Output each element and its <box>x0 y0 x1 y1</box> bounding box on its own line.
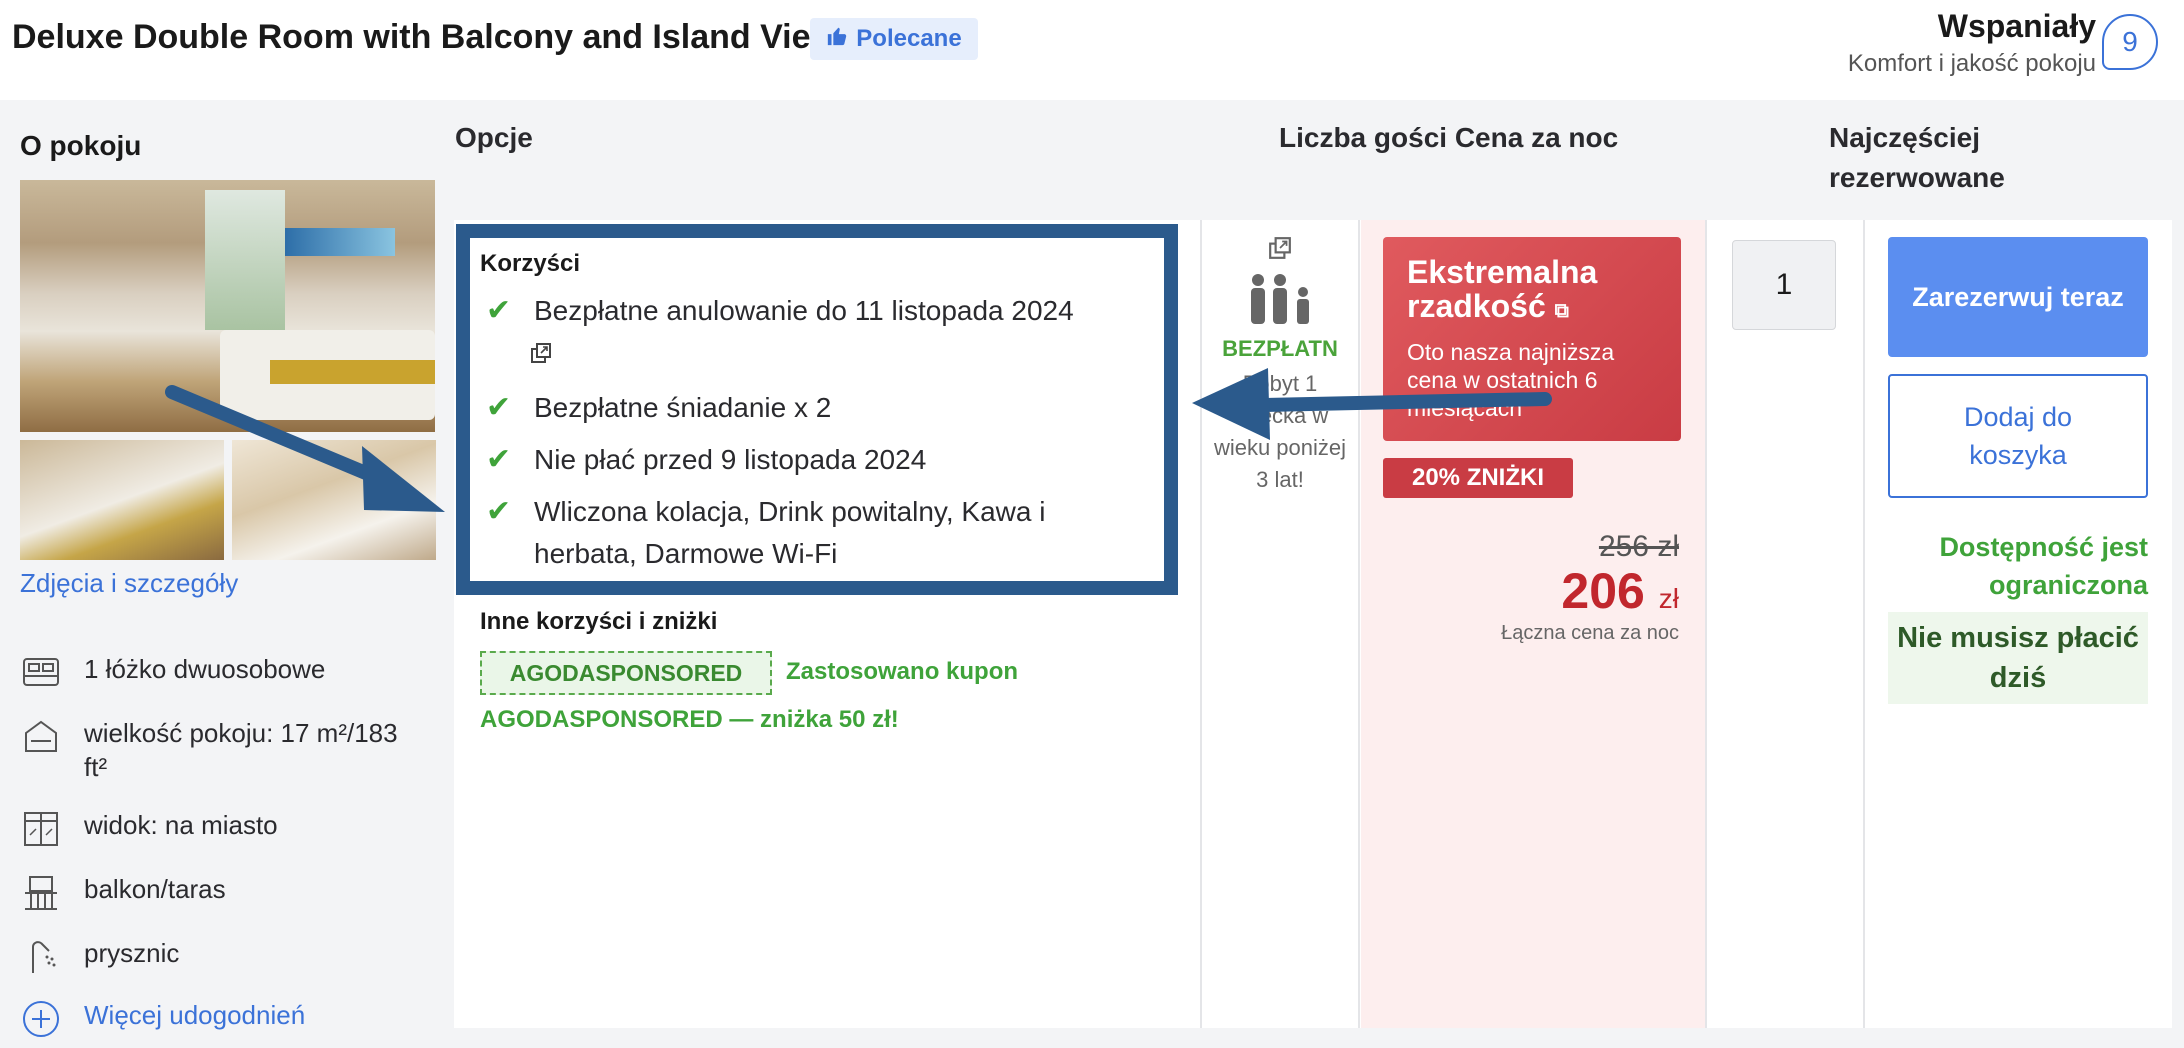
other-benefits-title: Inne korzyści i zniżki <box>480 608 718 635</box>
rating-word: Wspaniały <box>1937 8 2096 44</box>
benefit-item: ✔ Bezpłatne anulowanie do 11 listopada 2… <box>486 290 1074 332</box>
currency: zł <box>1658 583 1679 614</box>
rating-score: 9 <box>2102 14 2158 70</box>
amenity-label: wielkość pokoju: 17 m²/183 ft² <box>84 718 398 782</box>
room-title: Deluxe Double Room with Balcony and Isla… <box>12 18 837 56</box>
benefit-label: Bezpłatne śniadanie x 2 <box>534 392 832 423</box>
benefit-item: ✔ Bezpłatne śniadanie x 2 <box>486 387 831 429</box>
room-photo-main[interactable] <box>20 180 435 432</box>
free-child-note: Pobyt 1 dziecka w wieku poniżej 3 lat! <box>1213 371 1347 492</box>
external-link-icon[interactable]: ⧉ <box>1555 300 1569 322</box>
amenity-label: widok: na miasto <box>84 810 278 840</box>
external-link-icon[interactable] <box>530 342 552 370</box>
benefit-label: Nie płać przed 9 listopada 2024 <box>534 444 927 475</box>
rating-subtitle: Komfort i jakość pokoju <box>1847 50 2096 77</box>
check-icon: ✔ <box>486 495 512 528</box>
divider <box>1863 220 1865 1028</box>
book-now-button[interactable]: Zarezerwuj teraz <box>1888 237 2148 357</box>
amenity-label: prysznic <box>84 938 180 968</box>
window-view-icon <box>20 808 62 850</box>
amenity-balcony: balkon/taras <box>20 872 226 914</box>
column-most-booked-1: Najczęściej <box>1829 122 1980 153</box>
more-amenities-label[interactable]: Więcej udogodnień <box>84 998 305 1032</box>
room-quantity-select[interactable]: 1 <box>1732 240 1836 330</box>
benefit-label: Bezpłatne anulowanie do 11 listopada 202… <box>534 295 1074 326</box>
amenity-room-size: wielkość pokoju: 17 m²/183 ft² <box>20 716 420 784</box>
recommended-label: Polecane <box>856 25 962 52</box>
photos-details-link[interactable]: Zdjęcia i szczegóły <box>20 568 238 599</box>
room-header: Deluxe Double Room with Balcony and Isla… <box>0 0 2184 100</box>
room-size-icon <box>20 716 62 758</box>
divider <box>1358 220 1360 1028</box>
new-price: 206 zł <box>1561 563 1679 619</box>
balcony-icon <box>20 872 62 914</box>
divider <box>1705 220 1707 1028</box>
discount-tag: 20% ZNIŻKI <box>1383 458 1573 498</box>
column-guests-price: Liczba gości Cena za noc <box>1279 122 1619 153</box>
coupon-discount-label: AGODASPONSORED — zniżka 50 zł! <box>480 706 899 733</box>
benefit-item: ✔ Nie płać przed 9 listopada 2024 <box>486 439 926 481</box>
check-icon: ✔ <box>486 391 512 424</box>
thumbs-up-icon <box>826 25 848 54</box>
guests-icon <box>1248 272 1318 331</box>
amenity-label: 1 łóżko dwuosobowe <box>84 654 326 684</box>
extreme-rarity-box: Ekstremalna rzadkość ⧉ Oto nasza najniżs… <box>1383 237 1681 441</box>
benefits-title: Korzyści <box>480 250 581 277</box>
recommended-badge: Polecane <box>810 18 978 60</box>
coupon-code-tag: AGODASPONSORED <box>480 651 772 695</box>
room-offer-page: Deluxe Double Room with Balcony and Isla… <box>0 0 2184 1048</box>
amenity-label: balkon/taras <box>84 874 226 904</box>
amenity-shower: prysznic <box>20 936 179 978</box>
limited-availability-label: Dostępność jest ograniczona <box>1939 532 2148 600</box>
bed-icon <box>20 652 62 694</box>
shower-icon <box>20 936 62 978</box>
no-pay-today-label: Nie musisz płacić dziś <box>1888 612 2148 704</box>
room-photo-thumb-1[interactable] <box>20 440 224 560</box>
external-link-icon[interactable] <box>1268 236 1292 266</box>
rarity-title: Ekstremalna rzadkość ⧉ <box>1407 254 1598 324</box>
coupon-applied-label: Zastosowano kupon <box>786 658 1019 685</box>
benefit-label: Wliczona kolacja, Drink powitalny, Kawa … <box>534 496 1046 569</box>
check-icon: ✔ <box>486 443 512 476</box>
more-amenities-link[interactable]: Więcej udogodnień <box>20 998 305 1040</box>
add-to-cart-button[interactable]: Dodaj do koszyka <box>1888 374 2148 498</box>
rarity-subtitle: Oto nasza najniższa cena w ostatnich 6 m… <box>1407 339 1615 421</box>
amenity-view: widok: na miasto <box>20 808 278 850</box>
column-most-booked-2: rezerwowane <box>1829 162 2005 193</box>
divider <box>1200 220 1202 1028</box>
amenity-bed: 1 łóżko dwuosobowe <box>20 652 325 694</box>
benefit-item: ✔ Wliczona kolacja, Drink powitalny, Kaw… <box>486 491 1126 575</box>
about-room-title: O pokoju <box>20 130 142 161</box>
old-price: 256 zł <box>1598 530 1679 563</box>
column-options: Opcje <box>455 122 533 153</box>
price-note: Łączna cena za noc <box>1501 622 1679 644</box>
free-child-label: BEZPŁATN <box>1222 336 1338 361</box>
check-icon: ✔ <box>486 294 512 327</box>
plus-circle-icon <box>20 998 62 1040</box>
room-photo-thumb-2[interactable] <box>232 440 436 560</box>
